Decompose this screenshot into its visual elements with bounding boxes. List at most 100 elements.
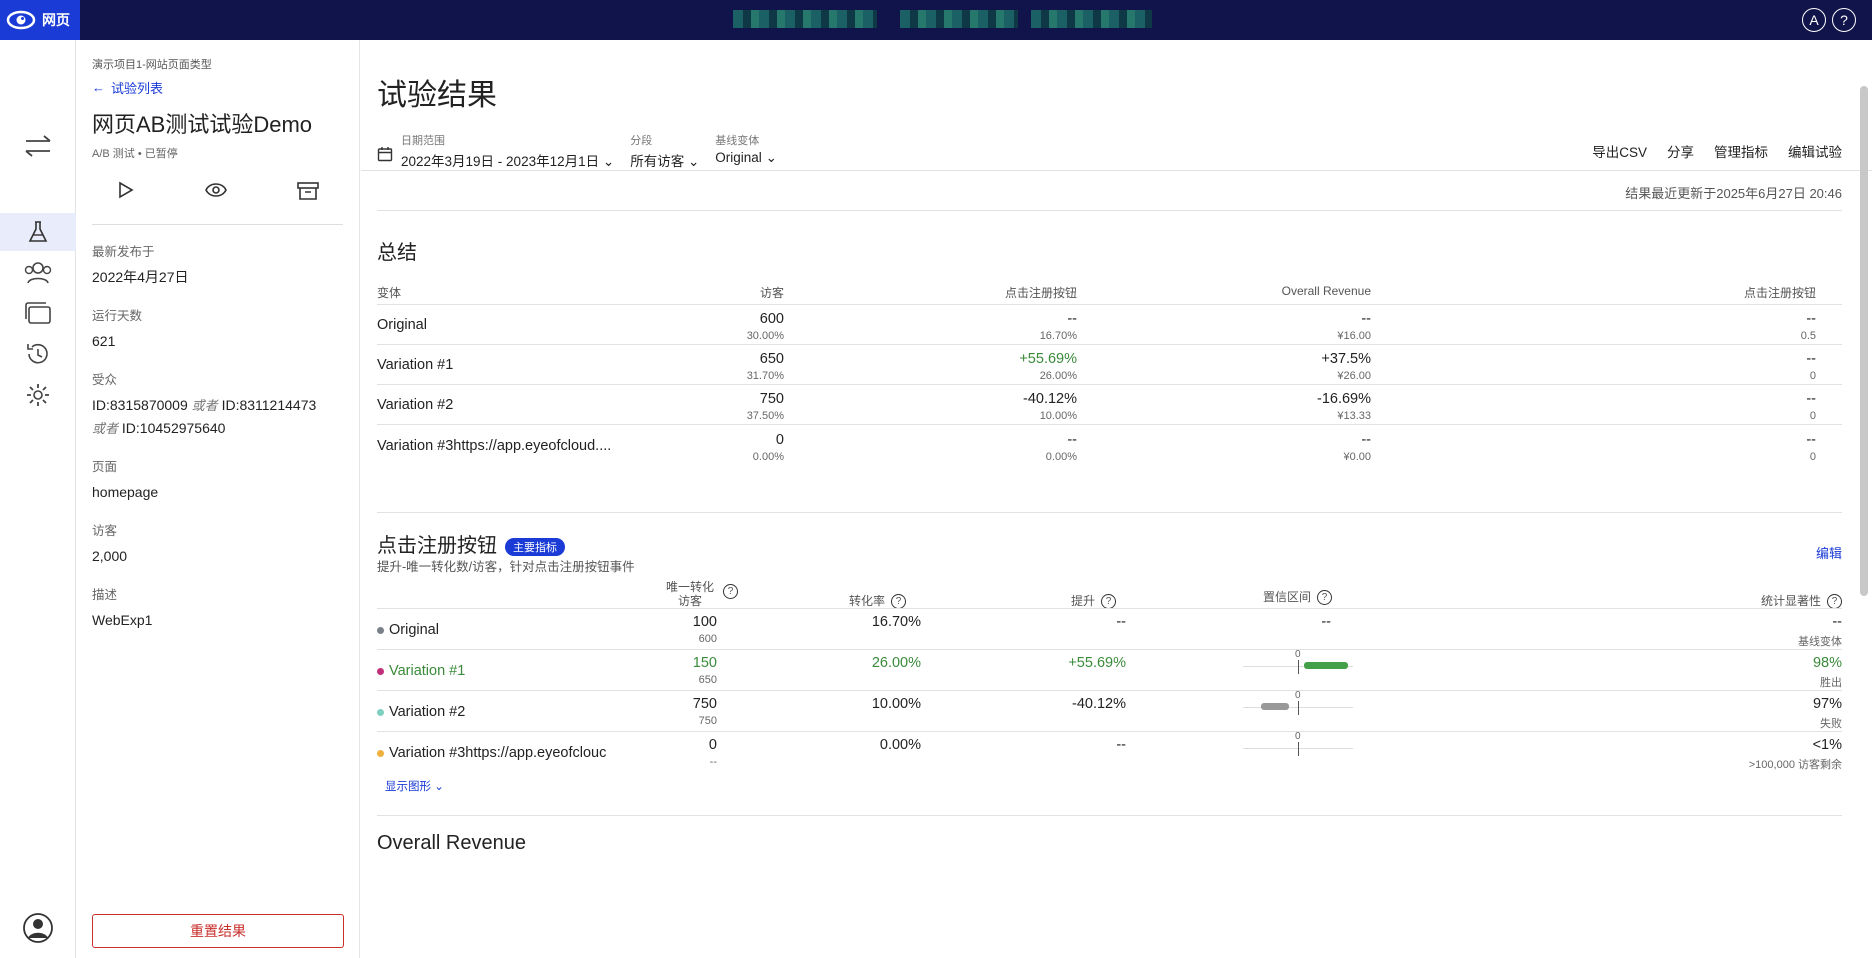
audience-or: 或者 <box>191 398 218 413</box>
edit-experiment-link[interactable]: 编辑试验 <box>1788 141 1842 161</box>
col-variant: 变体 <box>377 286 402 300</box>
archive-icon[interactable] <box>297 181 319 206</box>
header-actions: 导出CSV 分享 管理指标 编辑试验 <box>1592 141 1842 161</box>
cell-sub: 失败 <box>1820 718 1842 730</box>
help-icon[interactable]: ? <box>1317 590 1332 606</box>
audience-or: 或者 <box>92 421 119 436</box>
metric-title: 点击注册按钮 <box>377 535 497 557</box>
visitors-cell: 650 31.70% <box>747 351 784 382</box>
filter-value: Original <box>715 150 762 165</box>
brand-logo[interactable]: 网页 <box>0 0 80 40</box>
vertical-scrollbar[interactable] <box>1860 86 1868 596</box>
description-label: 描述 <box>92 588 118 602</box>
switch-arrows-icon[interactable] <box>0 127 76 165</box>
history-icon[interactable] <box>0 335 76 373</box>
audience-id: ID:10452975640 <box>121 420 226 436</box>
revenue-cell: -- ¥16.00 <box>1337 311 1371 342</box>
cell-value: -- <box>1361 432 1371 448</box>
divider <box>92 224 343 225</box>
metric-section-title: 点击注册按钮 主要指标 <box>377 529 565 558</box>
lift-cell: -- <box>1116 614 1126 630</box>
ci-zero-tick <box>1298 742 1299 756</box>
edit-metric-link[interactable]: 编辑 <box>1816 543 1842 562</box>
settings-gear-icon[interactable] <box>0 376 76 414</box>
dot-separator: • <box>137 148 145 160</box>
cell-value: 750 <box>759 391 784 407</box>
cell-sub: 0 <box>1809 370 1816 382</box>
audiences-icon[interactable] <box>0 254 76 292</box>
revenue-cell: -- ¥0.00 <box>1343 432 1371 463</box>
icon-rail <box>0 40 76 958</box>
cell-sub: 30.00% <box>746 330 784 342</box>
redacted-tab <box>900 10 1018 28</box>
divider <box>377 424 1842 425</box>
user-avatar-icon[interactable] <box>0 909 76 947</box>
cell-sub: 0.5 <box>1800 330 1816 342</box>
experiment-sidebar: 演示项目1-网站页面类型 ← 试验列表 网页AB测试试验Demo A/B 测试 … <box>76 40 360 958</box>
help-icon[interactable]: ? <box>717 584 738 600</box>
filter-value: 所有访客 <box>630 154 685 169</box>
segment-filter[interactable]: 分段 所有访客 ⌄ <box>630 132 699 170</box>
ci-zero-tick <box>1298 660 1299 674</box>
significance-cell: <1% >100,000 访客剩余 <box>1749 737 1842 772</box>
variant-label: Variation #2 <box>389 704 466 720</box>
filter-label: 分段 <box>630 135 653 147</box>
cell-value: 750 <box>692 696 717 712</box>
accessibility-icon[interactable]: A <box>1802 8 1826 32</box>
summary-title: 总结 <box>377 242 417 264</box>
days-running-label: 运行天数 <box>92 309 143 323</box>
chevron-down-icon: ⌄ <box>687 154 700 169</box>
cell-sub: 600 <box>698 633 717 645</box>
cell-value: -- <box>1116 614 1126 630</box>
audience-id: ID:8315870009 <box>92 397 188 413</box>
cell-value: 16.70% <box>871 614 921 630</box>
export-csv-link[interactable]: 导出CSV <box>1592 141 1647 161</box>
brand-name: 网页 <box>42 12 70 28</box>
preview-eye-icon[interactable] <box>204 181 227 206</box>
significance-cell: -- 基线变体 <box>1798 614 1842 649</box>
revenue-cell: +37.5% ¥26.00 <box>1321 351 1371 382</box>
divider <box>377 608 1842 609</box>
divider <box>361 170 1872 171</box>
days-running-value: 621 <box>92 333 116 349</box>
experiments-flask-icon[interactable] <box>0 213 76 251</box>
cell-sub: 基线变体 <box>1798 636 1842 648</box>
filter-label: 日期范围 <box>401 135 445 147</box>
col-lift: 提升? <box>1071 592 1116 610</box>
play-icon[interactable] <box>116 181 134 206</box>
filter-label: 基线变体 <box>715 135 760 147</box>
cell-value: 98% <box>1812 655 1842 671</box>
date-range-filter[interactable]: 日期范围 2022年3月19日 - 2023年12月1日 ⌄ <box>401 132 614 170</box>
metric-cell: -- 0 <box>1806 391 1816 422</box>
back-to-list-link[interactable]: ← 试验列表 <box>92 78 343 97</box>
baseline-filter[interactable]: 基线变体 Original ⌄ <box>715 132 777 170</box>
variant-label: Original <box>389 622 439 638</box>
metric-cell: -- 0 <box>1806 432 1816 463</box>
pages-icon[interactable] <box>0 294 76 332</box>
cell-value: 600 <box>759 311 784 327</box>
divider <box>377 304 1842 305</box>
variant-name: Variation #1 <box>377 357 454 373</box>
share-link[interactable]: 分享 <box>1667 141 1694 161</box>
cell-sub: 26.00% <box>1039 370 1077 382</box>
col-metric: 点击注册按钮 <box>1743 286 1816 300</box>
manage-metrics-link[interactable]: 管理指标 <box>1714 141 1768 161</box>
cell-value: -- <box>1116 737 1126 753</box>
variant-name: Variation #2 <box>377 397 454 413</box>
variant-label: Variation #3https://app.eyeofclouc <box>389 745 607 761</box>
metric-cell: -- 0.5 <box>1801 311 1816 342</box>
visitors-value: 2,000 <box>92 548 128 564</box>
breadcrumb[interactable]: 演示项目1-网站页面类型 <box>92 56 343 72</box>
conversions-cell: 750 750 <box>693 696 717 727</box>
cell-value: 100 <box>692 614 717 630</box>
show-chart-toggle[interactable]: 显示图形 ⌄ <box>385 778 444 794</box>
page-title: 试验结果 <box>377 79 497 112</box>
conversions-cell: 0 -- <box>709 737 717 768</box>
help-icon[interactable]: ? <box>1832 8 1856 32</box>
reset-results-button[interactable]: 重置结果 <box>92 914 344 948</box>
cell-value: 97% <box>1812 696 1842 712</box>
cell-sub: 31.70% <box>746 370 784 382</box>
col-revenue: Overall Revenue <box>1281 284 1371 298</box>
cell-sub: -- <box>709 756 717 768</box>
header-line: 唯一转化 <box>665 580 714 594</box>
